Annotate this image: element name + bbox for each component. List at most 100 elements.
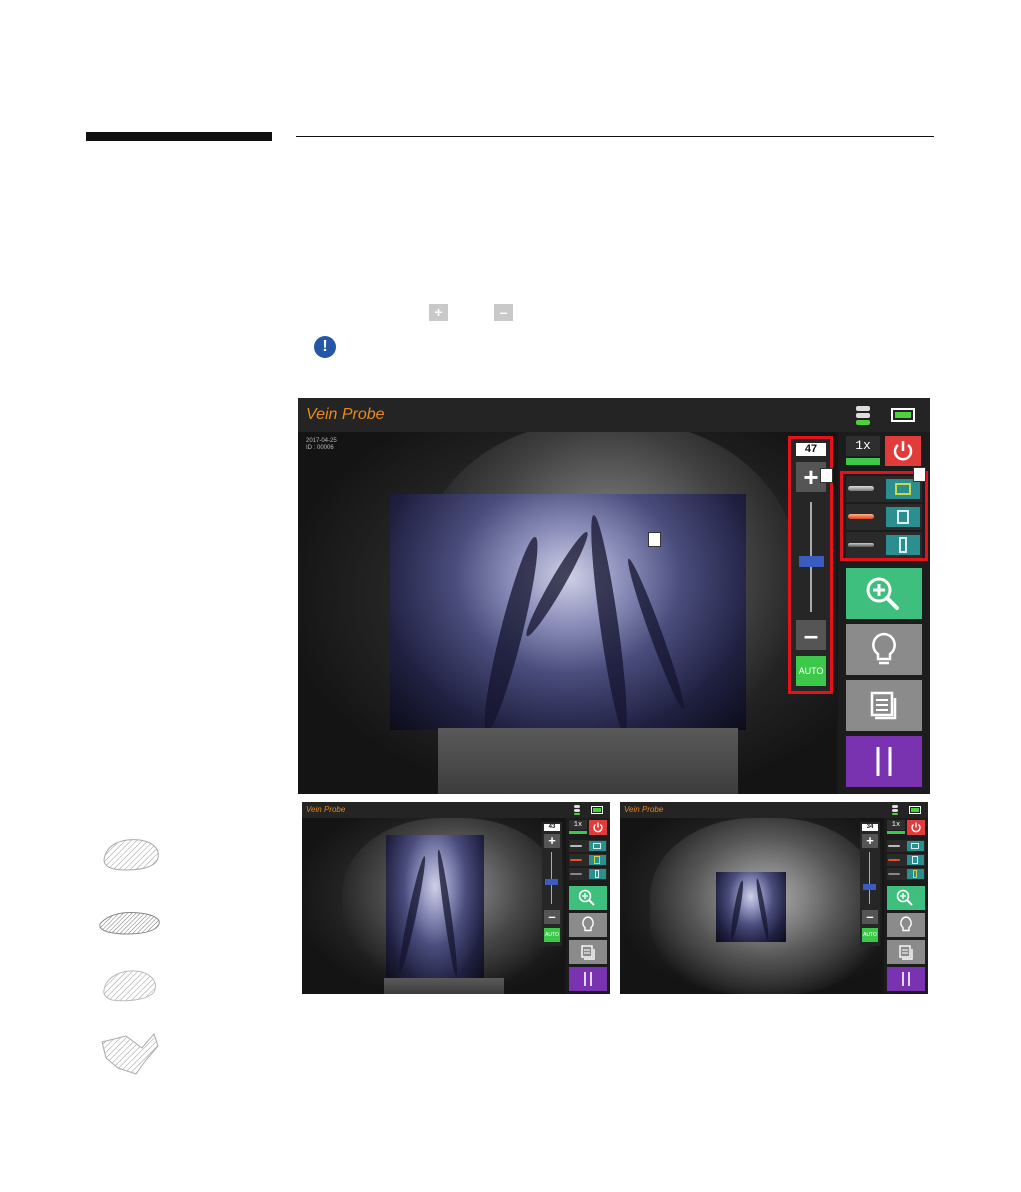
callout-marker-wavelength xyxy=(913,467,926,482)
mode-button-1[interactable] xyxy=(907,841,924,851)
title-bar: Vein Probe xyxy=(298,398,930,432)
power-icon xyxy=(593,822,603,833)
vein-roi-image xyxy=(716,872,786,942)
section-rule-thick xyxy=(86,132,272,141)
hand-sketch-4-icon xyxy=(101,1033,159,1075)
mode-icon xyxy=(595,870,599,878)
gallery-icon xyxy=(581,945,595,960)
control-sidebar: 1x xyxy=(884,818,928,994)
wavelength-row-1[interactable] xyxy=(887,840,925,852)
probe-icon xyxy=(570,859,582,861)
light-button[interactable] xyxy=(887,913,925,937)
probe-icon xyxy=(888,845,900,847)
battery-icon xyxy=(591,806,603,814)
mode-button-2[interactable] xyxy=(907,855,924,865)
vein-roi-image xyxy=(386,835,484,981)
brightness-minus-button[interactable]: – xyxy=(862,910,878,924)
mode-icon xyxy=(594,856,600,864)
slider-thumb[interactable] xyxy=(863,884,876,890)
section-rule-thin xyxy=(296,136,934,137)
brightness-slider-panel: 43 + – AUTO xyxy=(542,822,562,946)
mode-button-1[interactable] xyxy=(589,841,606,851)
main-device-screen: Vein Probe 2017-04-25 ID : 00006 47 + – … xyxy=(298,398,930,794)
small-device-screen-right: Vein Probe 34 + – AUTO 1x xyxy=(620,802,928,994)
control-sidebar: 1x xyxy=(566,818,610,994)
brightness-slider-panel: 34 + – AUTO xyxy=(860,822,880,946)
brightness-plus-button[interactable]: + xyxy=(544,834,560,848)
light-button[interactable] xyxy=(846,624,922,675)
pause-button[interactable] xyxy=(887,967,925,991)
mode-button-2[interactable] xyxy=(589,855,606,865)
probe-icon xyxy=(570,873,582,875)
mode-icon xyxy=(911,843,919,849)
pause-icon xyxy=(876,747,892,776)
plus-glyph-icon: + xyxy=(429,304,448,321)
power-button[interactable] xyxy=(907,820,925,835)
mode-button-3[interactable] xyxy=(907,869,924,879)
zoom-level[interactable]: 1x xyxy=(569,820,587,830)
zoom-in-button[interactable] xyxy=(887,886,925,910)
title-bar: Vein Probe xyxy=(620,802,928,818)
wavelength-row-1[interactable] xyxy=(569,840,607,852)
wavelength-row-2[interactable] xyxy=(887,854,925,866)
brightness-plus-button[interactable]: + xyxy=(862,834,878,848)
gallery-button[interactable] xyxy=(887,940,925,964)
zoom-in-button[interactable] xyxy=(846,568,922,619)
slider-track[interactable] xyxy=(551,852,552,904)
wavelength-row-3[interactable] xyxy=(569,868,607,880)
gallery-icon xyxy=(870,691,897,720)
zoom-level-bar xyxy=(569,831,587,834)
gallery-icon xyxy=(899,945,913,960)
brightness-value: 43 xyxy=(544,824,560,831)
power-button[interactable] xyxy=(589,820,607,835)
notice-icon: ! xyxy=(314,336,336,358)
mode-icon xyxy=(912,856,918,864)
zoom-level[interactable]: 1x xyxy=(846,436,880,456)
vein-roi-image xyxy=(390,494,746,730)
lightbulb-icon xyxy=(872,632,896,665)
zoom-in-button[interactable] xyxy=(569,886,607,910)
auto-button[interactable]: AUTO xyxy=(544,928,560,942)
zoom-in-icon xyxy=(866,577,899,610)
title-bar: Vein Probe xyxy=(302,802,610,818)
lightbulb-icon xyxy=(900,916,912,932)
power-icon xyxy=(911,822,921,833)
zoom-level-bar xyxy=(887,831,905,834)
auto-button[interactable]: AUTO xyxy=(862,928,878,942)
callout-marker-slider xyxy=(820,468,833,483)
gallery-button[interactable] xyxy=(569,940,607,964)
slider-thumb[interactable] xyxy=(545,879,558,885)
zoom-level[interactable]: 1x xyxy=(887,820,905,830)
wavelength-highlight-frame xyxy=(840,471,928,561)
pause-button[interactable] xyxy=(569,967,607,991)
hand-sketch-1-icon xyxy=(103,839,159,871)
storage-icon xyxy=(856,406,870,425)
small-device-screen-left: Vein Probe 43 + – AUTO 1x xyxy=(302,802,610,994)
callout-marker-image xyxy=(648,532,661,547)
mode-button-3[interactable] xyxy=(589,869,606,879)
storage-icon xyxy=(574,805,580,815)
probe-icon xyxy=(888,859,900,861)
zoom-in-icon xyxy=(578,889,595,906)
hand-sketch-2-icon xyxy=(99,911,160,935)
light-button[interactable] xyxy=(569,913,607,937)
mode-icon xyxy=(913,870,917,878)
wavelength-row-2[interactable] xyxy=(569,854,607,866)
mode-icon xyxy=(593,843,601,849)
app-title: Vein Probe xyxy=(306,406,385,423)
wrist-image xyxy=(438,728,738,794)
battery-icon xyxy=(909,806,921,814)
power-button[interactable] xyxy=(885,436,921,466)
pause-button[interactable] xyxy=(846,736,922,787)
app-title: Vein Probe xyxy=(306,805,346,814)
app-title: Vein Probe xyxy=(624,805,664,814)
probe-icon xyxy=(888,873,900,875)
slider-track[interactable] xyxy=(869,852,870,904)
storage-icon xyxy=(892,805,898,815)
lightbulb-icon xyxy=(582,916,594,932)
wavelength-row-3[interactable] xyxy=(887,868,925,880)
hand-sketch-3-icon xyxy=(103,970,156,1002)
gallery-button[interactable] xyxy=(846,680,922,731)
battery-icon xyxy=(891,408,915,422)
brightness-minus-button[interactable]: – xyxy=(544,910,560,924)
